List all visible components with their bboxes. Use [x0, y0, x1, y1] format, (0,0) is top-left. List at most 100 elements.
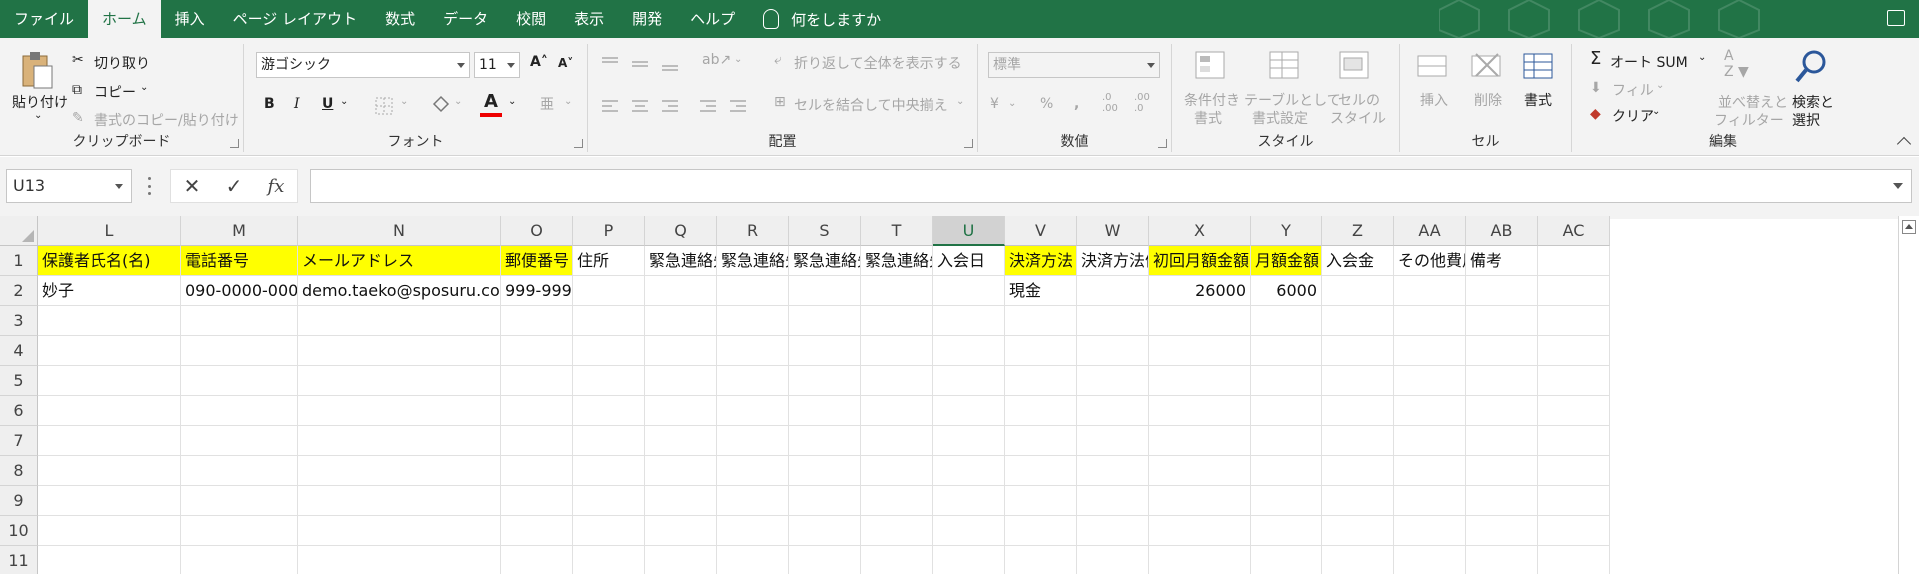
cell-m4[interactable] [181, 336, 298, 366]
cell-v1[interactable]: 決済方法 [1005, 246, 1077, 276]
decrease-font-icon[interactable]: A˅ [558, 56, 573, 70]
cell-r6[interactable] [717, 396, 789, 426]
copy-dropdown-icon[interactable]: ⌄ [140, 82, 148, 93]
cell-q6[interactable] [645, 396, 717, 426]
cell-y11[interactable] [1251, 546, 1322, 574]
cell-ab2[interactable] [1466, 276, 1538, 306]
column-header-r[interactable]: R [717, 216, 789, 246]
cell-o9[interactable] [501, 486, 573, 516]
cell-y2[interactable]: 6000 [1251, 276, 1322, 306]
paste-button[interactable]: 貼り付け [12, 92, 68, 112]
cell-ab7[interactable] [1466, 426, 1538, 456]
cell-aa8[interactable] [1394, 456, 1466, 486]
cell-y10[interactable] [1251, 516, 1322, 546]
cell-l4[interactable] [38, 336, 181, 366]
row-header-9[interactable]: 9 [0, 486, 38, 516]
cell-x1[interactable]: 初回月額金額 [1149, 246, 1251, 276]
cell-r2[interactable] [717, 276, 789, 306]
cell-n2[interactable]: demo.taeko@sposuru.co.jp [298, 276, 501, 306]
cell-o6[interactable] [501, 396, 573, 426]
cell-m10[interactable] [181, 516, 298, 546]
row-header-1[interactable]: 1 [0, 246, 38, 276]
sort-filter-button[interactable]: 並べ替えと [1718, 92, 1788, 112]
cell-w2[interactable] [1077, 276, 1149, 306]
font-name-select[interactable]: 游ゴシック [256, 52, 470, 78]
italic-button[interactable]: I [294, 96, 300, 112]
cell-s11[interactable] [789, 546, 861, 574]
cell-t11[interactable] [861, 546, 933, 574]
vertical-align-icons[interactable] [600, 54, 690, 74]
bold-button[interactable]: B [264, 96, 275, 112]
cell-m5[interactable] [181, 366, 298, 396]
cell-z10[interactable] [1322, 516, 1394, 546]
cell-v9[interactable] [1005, 486, 1077, 516]
cell-t10[interactable] [861, 516, 933, 546]
cell-s9[interactable] [789, 486, 861, 516]
cell-y1[interactable]: 月額金額 [1251, 246, 1322, 276]
underline-button[interactable]: U [322, 96, 333, 112]
cell-x7[interactable] [1149, 426, 1251, 456]
cell-x9[interactable] [1149, 486, 1251, 516]
cell-p9[interactable] [573, 486, 645, 516]
wrap-text-button[interactable]: 折り返して全体を表示する [794, 53, 962, 73]
column-header-y[interactable]: Y [1251, 216, 1322, 246]
tab-help[interactable]: ヘルプ [676, 0, 749, 38]
collapse-ribbon-icon[interactable] [1896, 136, 1912, 152]
tab-file[interactable]: ファイル [0, 0, 88, 38]
cell-q11[interactable] [645, 546, 717, 574]
cell-v7[interactable] [1005, 426, 1077, 456]
cell-u10[interactable] [933, 516, 1005, 546]
cell-styles-button[interactable]: セルの [1338, 90, 1380, 110]
conditional-format-button[interactable]: 条件付き [1184, 90, 1240, 110]
row-header-11[interactable]: 11 [0, 546, 38, 574]
insert-cells-button[interactable]: 挿入 [1420, 90, 1448, 110]
cell-z9[interactable] [1322, 486, 1394, 516]
cell-l3[interactable] [38, 306, 181, 336]
cell-t3[interactable] [861, 306, 933, 336]
cell-p6[interactable] [573, 396, 645, 426]
cell-x3[interactable] [1149, 306, 1251, 336]
column-header-u[interactable]: U [933, 216, 1005, 246]
cell-w5[interactable] [1077, 366, 1149, 396]
paste-icon[interactable] [20, 50, 54, 90]
cell-r7[interactable] [717, 426, 789, 456]
cell-u3[interactable] [933, 306, 1005, 336]
font-launcher-icon[interactable] [574, 139, 583, 148]
cell-ac3[interactable] [1538, 306, 1610, 336]
fill-color-icon[interactable] [430, 94, 452, 118]
cell-ab6[interactable] [1466, 396, 1538, 426]
cell-o7[interactable] [501, 426, 573, 456]
number-format-select[interactable]: 標準 [988, 52, 1160, 78]
cell-m3[interactable] [181, 306, 298, 336]
cell-x4[interactable] [1149, 336, 1251, 366]
merge-dropdown-icon[interactable]: ⌄ [956, 96, 964, 107]
name-box[interactable]: U13 [6, 169, 132, 203]
alignment-launcher-icon[interactable] [964, 139, 973, 148]
percent-button[interactable]: % [1040, 96, 1053, 112]
cell-q1[interactable]: 緊急連絡先 [645, 246, 717, 276]
fill-color-dropdown-icon[interactable]: ⌄ [454, 96, 462, 107]
cell-ac11[interactable] [1538, 546, 1610, 574]
cell-o2[interactable]: 999-9999 [501, 276, 573, 306]
tab-insert[interactable]: 挿入 [161, 0, 219, 38]
cell-z1[interactable]: 入会金 [1322, 246, 1394, 276]
cell-x5[interactable] [1149, 366, 1251, 396]
cell-t4[interactable] [861, 336, 933, 366]
cell-r3[interactable] [717, 306, 789, 336]
cell-w3[interactable] [1077, 306, 1149, 336]
cell-r11[interactable] [717, 546, 789, 574]
cell-z11[interactable] [1322, 546, 1394, 574]
cell-aa1[interactable]: その他費用 [1394, 246, 1466, 276]
cell-n7[interactable] [298, 426, 501, 456]
cell-aa10[interactable] [1394, 516, 1466, 546]
underline-dropdown-icon[interactable]: ⌄ [340, 96, 348, 107]
cell-s10[interactable] [789, 516, 861, 546]
cell-q9[interactable] [645, 486, 717, 516]
copy-button[interactable]: コピー [94, 82, 136, 102]
cell-r5[interactable] [717, 366, 789, 396]
cell-p2[interactable] [573, 276, 645, 306]
cell-t5[interactable] [861, 366, 933, 396]
cell-aa11[interactable] [1394, 546, 1466, 574]
cell-y9[interactable] [1251, 486, 1322, 516]
cell-n11[interactable] [298, 546, 501, 574]
